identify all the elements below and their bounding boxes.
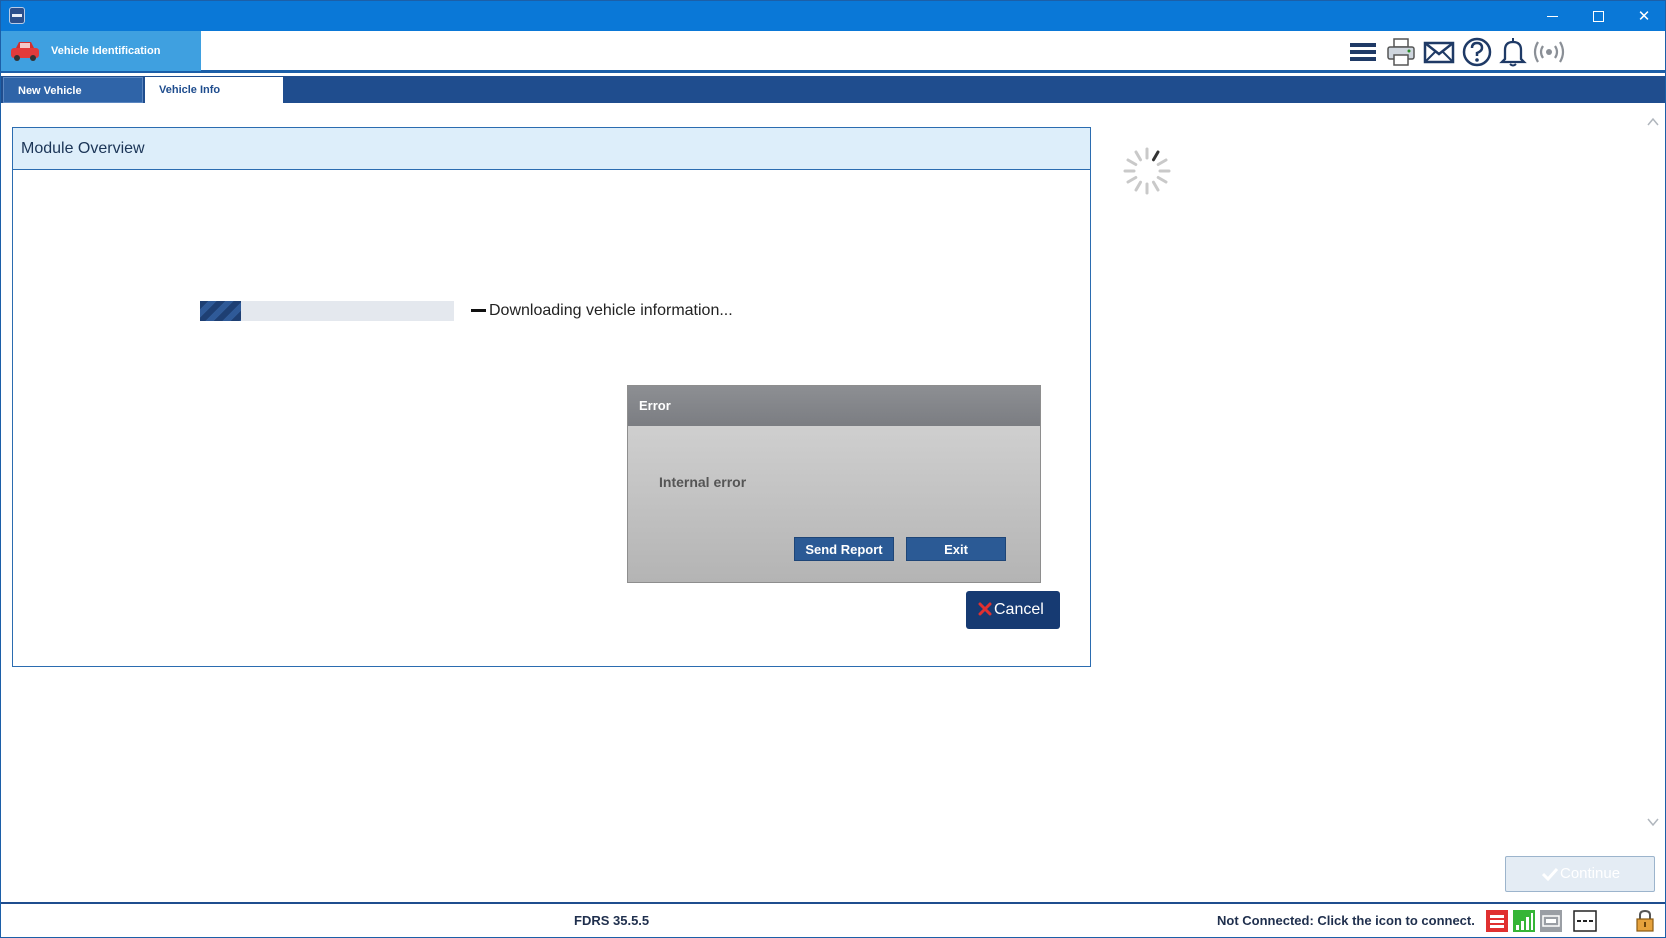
download-status-text: Downloading vehicle information... <box>489 302 733 319</box>
status-bar: FDRS 35.5.5 Not Connected: Click the ico… <box>1 902 1665 937</box>
module-overview-panel: Module Overview Downloading vehicle info… <box>12 127 1091 667</box>
scroll-down-icon[interactable] <box>1647 816 1659 828</box>
broadcast-icon[interactable] <box>1533 37 1565 67</box>
scroll-up-icon[interactable] <box>1647 116 1659 128</box>
padlock-icon[interactable] <box>1633 909 1657 933</box>
close-icon: ✕ <box>1637 7 1651 25</box>
printer-icon[interactable] <box>1385 37 1417 67</box>
toolbar <box>1345 31 1665 71</box>
checkmark-icon <box>1542 867 1558 881</box>
cancel-x-icon <box>978 602 992 616</box>
title-bar: ✕ <box>1 1 1665 31</box>
maximize-icon <box>1592 11 1604 22</box>
car-icon <box>11 42 39 61</box>
maximize-button[interactable] <box>1575 1 1621 31</box>
mail-icon[interactable] <box>1423 37 1455 67</box>
progress-status-dash-icon <box>471 309 486 312</box>
send-report-button[interactable]: Send Report <box>794 537 894 561</box>
help-icon[interactable] <box>1461 37 1493 67</box>
minimize-icon <box>1546 16 1558 17</box>
vci-device-icon[interactable] <box>1539 909 1563 933</box>
menu-icon[interactable] <box>1347 37 1379 67</box>
app-header: Vehicle Identification <box>1 31 1665 73</box>
tab-vehicle-info[interactable]: Vehicle Info <box>145 77 283 103</box>
cancel-button[interactable]: Cancel <box>966 591 1060 629</box>
module-overview-title: Module Overview <box>13 128 1090 170</box>
version-text: FDRS 35.5.5 <box>574 913 650 928</box>
download-progress-fill <box>200 301 241 321</box>
vci-red-icon[interactable] <box>1485 909 1509 933</box>
error-dialog-title: Error <box>628 386 1040 426</box>
dash-indicator-icon <box>1573 910 1597 932</box>
bell-icon[interactable] <box>1497 37 1529 67</box>
vehicle-identification-section[interactable]: Vehicle Identification <box>1 31 201 71</box>
minimize-button[interactable] <box>1529 1 1575 31</box>
vehicle-identification-label: Vehicle Identification <box>51 45 161 57</box>
signal-bars-icon[interactable] <box>1512 909 1536 933</box>
tab-new-vehicle[interactable]: New Vehicle <box>3 77 143 103</box>
tab-strip: New Vehicle Vehicle Info <box>1 76 1665 103</box>
close-button[interactable]: ✕ <box>1621 1 1666 31</box>
loading-spinner-icon <box>1123 147 1171 195</box>
error-dialog: Error Internal error Send Report Exit <box>627 385 1041 583</box>
fdrs-window: ✕ Vehicle Identification New Vehicle Veh… <box>0 0 1666 938</box>
continue-button[interactable]: Continue <box>1505 856 1655 892</box>
cancel-label: Cancel <box>994 601 1044 618</box>
connection-status-text: Not Connected: Click the icon to connect… <box>1217 913 1475 928</box>
error-message: Internal error <box>659 474 747 490</box>
download-progress-bar <box>200 301 454 321</box>
exit-button[interactable]: Exit <box>906 537 1006 561</box>
app-logo-icon <box>9 7 25 24</box>
